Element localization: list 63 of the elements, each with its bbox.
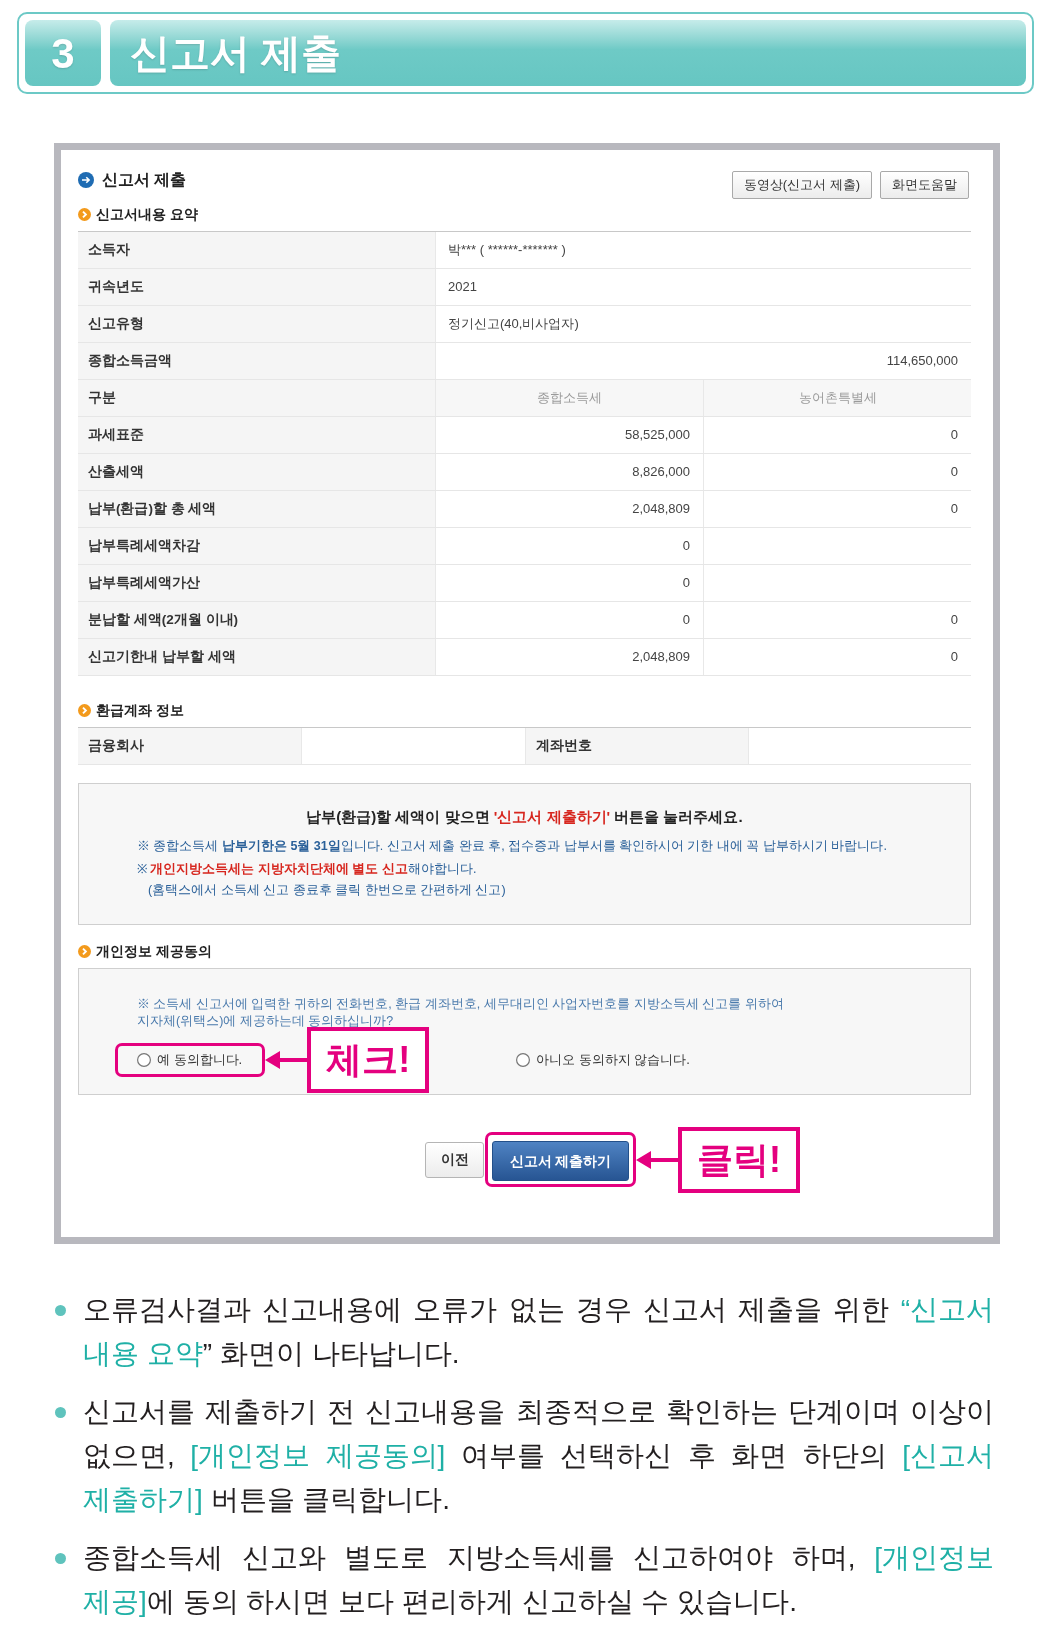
- table-cell: 58,525,000: [435, 417, 703, 453]
- bullet-text: 종합소득세 신고와 별도로 지방소득세를 신고하여야 하며, [개인정보 제공]에 동의 하시면 보다 편리하게 신고하실 수 있습니다.: [83, 1541, 994, 1619]
- table-cell: 0: [703, 491, 971, 527]
- radio-button[interactable]: [137, 1053, 151, 1067]
- row-header-cell: 신고기한내 납부할 세액: [78, 639, 435, 675]
- row-header-cell: 분납할 세액(2개월 이내): [78, 602, 435, 638]
- table-cell: 정기신고(40,비사업자): [435, 306, 971, 342]
- table-cell: 2,048,809: [435, 491, 703, 527]
- table-cell: 0: [435, 602, 703, 638]
- row-header-cell: 납부특례세액가산: [78, 565, 435, 601]
- row-header-cell: 귀속년도: [78, 269, 435, 305]
- arrow-circle-icon: [78, 172, 94, 188]
- section-heading: 환급계좌 정보: [96, 701, 184, 719]
- table-cell: 2021: [435, 269, 971, 305]
- bullet-icon: [55, 1553, 66, 1564]
- chevron-icon: [78, 207, 91, 221]
- callout-label: 클릭!: [678, 1126, 800, 1193]
- back-button[interactable]: 이전: [425, 1141, 484, 1178]
- table-cell: 0: [435, 565, 703, 601]
- notice-title: 납부(환급)할 세액이 맞으면 '신고서 제출하기' 버튼을 눌러주세요.: [305, 807, 744, 827]
- column-header-cell: 종합소득세: [435, 380, 703, 416]
- bullet-text: 오류검사결과 신고내용에 오류가 없는 경우 신고서 제출을 위한 “신고서 내용 요약” 화면이 나타납니다.: [83, 1293, 994, 1371]
- table-cell: 0: [703, 417, 971, 453]
- row-header-cell: 계좌번호: [524, 728, 748, 764]
- chevron-icon: [78, 944, 91, 958]
- callout-label: 체크!: [307, 1027, 430, 1093]
- table-cell: 0: [703, 454, 971, 490]
- step-number: 3: [25, 20, 101, 86]
- radio-button[interactable]: [516, 1053, 530, 1067]
- bullet-icon: [55, 1407, 66, 1418]
- consent-question: ※ 소득세 신고서에 입력한 귀하의 전화번호, 환급 계좌번호, 세무대리인 사업자번호를 지방소득세 신고를 위하여 지자체(위택스)에 제공하는데 동의하십니까?: [137, 996, 785, 1030]
- row-header-cell: 구분: [78, 380, 435, 416]
- row-header-cell: 산출세액: [78, 454, 435, 490]
- notice-text: ※ 종합소득세 납부기한은 5월 31일입니다. 신고서 제출 완료 후, 접수증과 납부서를 확인하시어 기한 내에 꼭 납부하시기 바랍니다.: [137, 838, 888, 855]
- toolbar-button[interactable]: 화면도움말: [880, 171, 969, 199]
- section-heading: 신고서내용 요약: [96, 205, 198, 223]
- bullet-icon: [55, 1305, 66, 1316]
- chevron-icon: [78, 703, 91, 717]
- table-cell: 8,826,000: [435, 454, 703, 490]
- notice-text: ※ 개인지방소득세는 지방자치단체에 별도 신고해야합니다.: [137, 861, 478, 878]
- row-header-cell: 신고유형: [78, 306, 435, 342]
- table-cell: 0: [703, 602, 971, 638]
- row-header-cell: 금융회사: [78, 728, 302, 764]
- section-title: 신고서 제출: [110, 20, 1026, 86]
- toolbar-button[interactable]: 동영상(신고서 제출): [731, 171, 872, 199]
- table-cell: 0: [703, 639, 971, 675]
- row-header-cell: 납부특례세액차감: [78, 528, 435, 564]
- row-header-cell: 소득자: [78, 232, 435, 268]
- page-title: 신고서 제출: [102, 170, 187, 190]
- table-cell: 2,048,809: [435, 639, 703, 675]
- row-header-cell: 과세표준: [78, 417, 435, 453]
- submit-button[interactable]: 신고서 제출하기: [492, 1141, 629, 1181]
- row-header-cell: 납부(환급)할 총 세액: [78, 491, 435, 527]
- row-header-cell: 종합소득금액: [78, 343, 435, 379]
- consent-option[interactable]: 예 동의합니다.: [137, 1052, 243, 1068]
- bullet-text: 신고서를 제출하기 전 신고내용을 최종적으로 확인하는 단계이며 이상이 없으면, [개인정보 제공동의] 여부를 선택하신 후 화면 하단의 [신고서 제출하기] 버튼을 클릭합니다.: [83, 1395, 994, 1517]
- consent-option[interactable]: 아니오 동의하지 않습니다.: [516, 1052, 690, 1068]
- table-cell: 박*** ( ******-******* ): [435, 232, 971, 268]
- table-cell: 114,650,000: [435, 343, 971, 379]
- table-cell: 0: [435, 528, 703, 564]
- column-header-cell: 농어촌특별세: [703, 380, 971, 416]
- notice-text: (홈택스에서 소득세 신고 종료후 클릭 한번으로 간편하게 신고): [147, 882, 507, 899]
- section-heading: 개인정보 제공동의: [96, 942, 212, 960]
